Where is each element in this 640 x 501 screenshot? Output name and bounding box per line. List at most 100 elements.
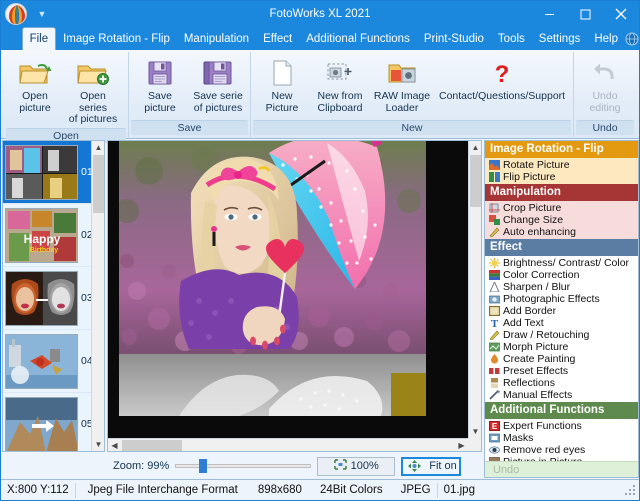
functions-side-panel: Image Rotation - Flip Rotate Picture Fli…: [484, 140, 639, 478]
zoom-actual-size-icon: [334, 459, 347, 473]
crop-picture-icon: [489, 203, 500, 213]
tab-manipulation[interactable]: Manipulation: [177, 28, 256, 50]
thumbnail-item-01[interactable]: 01.jpg: [3, 141, 104, 204]
add-text-icon: T: [489, 318, 500, 328]
tab-additional-functions[interactable]: Additional Functions: [299, 28, 417, 50]
panel-item-masks[interactable]: Masks: [485, 432, 638, 444]
contact-questions-support-button[interactable]: ? Contact/Questions/Support: [435, 55, 569, 105]
minimize-button[interactable]: [531, 1, 567, 27]
thumbnail-scroll-thumb[interactable]: [93, 155, 104, 213]
create-painting-icon: [489, 354, 500, 364]
thumbnail-item-02[interactable]: Happy Birthday 02.jpg: [3, 204, 104, 267]
canvas-hscroll-thumb[interactable]: [122, 440, 182, 451]
new-picture-label-1: New: [271, 90, 292, 102]
rotate-picture-icon: [489, 160, 500, 170]
panel-label-auto-enhancing: Auto enhancing: [503, 226, 576, 238]
panel-item-manual-effects[interactable]: Manual Effects: [485, 389, 638, 401]
thumbnail-list-panel[interactable]: 01.jpg Happy Birthday 02.jpg: [2, 140, 105, 452]
close-button[interactable]: [603, 1, 639, 27]
panel-undo-bar[interactable]: Undo: [485, 461, 638, 477]
panel-item-rotate-picture[interactable]: Rotate Picture: [485, 159, 638, 171]
open-picture-button[interactable]: Open picture: [6, 55, 64, 116]
section-header-additional-functions[interactable]: Additional Functions: [485, 402, 638, 419]
fit-on-screen-button[interactable]: Fit on: [401, 457, 461, 476]
panel-item-auto-enhancing[interactable]: Auto enhancing: [485, 226, 638, 238]
open-series-of-pictures-button[interactable]: Open series of pictures: [64, 55, 122, 128]
open-series-label-1: Open series: [79, 90, 107, 114]
panel-item-add-border[interactable]: Add Border: [485, 305, 638, 317]
flip-picture-icon: [489, 172, 500, 182]
panel-item-photographic-effects[interactable]: Photographic Effects: [485, 293, 638, 305]
panel-item-expert-functions[interactable]: E Expert Functions: [485, 420, 638, 432]
tab-help[interactable]: Help: [587, 28, 625, 50]
fit-to-window-icon: [408, 460, 421, 472]
tab-print-studio[interactable]: Print-Studio: [417, 28, 491, 50]
undo-editing-button[interactable]: Undo editing: [576, 55, 634, 116]
section-header-manipulation[interactable]: Manipulation: [485, 184, 638, 201]
zoom-slider[interactable]: [175, 459, 311, 473]
tab-effect[interactable]: Effect: [256, 28, 299, 50]
new-from-clipboard-button[interactable]: New from Clipboard: [311, 55, 369, 116]
color-correction-icon: [489, 270, 500, 280]
new-from-clipboard-label-2: Clipboard: [318, 102, 363, 114]
panel-label-expert-functions: Expert Functions: [503, 420, 582, 432]
canvas-vertical-scrollbar[interactable]: ▲ ▼: [468, 141, 481, 438]
canvas-scroll-down-icon[interactable]: ▼: [469, 425, 482, 438]
canvas-scroll-right-icon[interactable]: ▶: [455, 439, 468, 452]
panel-label-preset-effects: Preset Effects: [503, 365, 568, 377]
save-serie-of-pictures-button[interactable]: Save serie of pictures: [189, 55, 247, 116]
canvas-scroll-up-icon[interactable]: ▲: [469, 141, 482, 154]
panel-item-flip-picture[interactable]: Flip Picture: [485, 171, 638, 183]
thumbnail-scroll-up-icon[interactable]: ▲: [92, 141, 105, 154]
thumbnail-item-05[interactable]: 05.jpg: [3, 393, 104, 452]
tab-file[interactable]: File: [22, 27, 57, 50]
panel-item-add-text[interactable]: T Add Text: [485, 317, 638, 329]
panel-item-brightness-contrast-color[interactable]: Brightness/ Contrast/ Color: [485, 257, 638, 269]
panel-item-draw-retouching[interactable]: Draw / Retouching: [485, 329, 638, 341]
maximize-button[interactable]: [567, 1, 603, 27]
new-picture-button[interactable]: New Picture: [253, 55, 311, 116]
panel-item-reflections[interactable]: Reflections: [485, 377, 638, 389]
panel-item-change-size[interactable]: Change Size: [485, 214, 638, 226]
raw-image-loader-button[interactable]: RAW Image Loader: [369, 55, 435, 116]
fotoworks-logo-icon: [3, 2, 29, 26]
tab-image-rotation-flip[interactable]: Image Rotation - Flip: [56, 28, 177, 50]
status-format-short: JPEG: [389, 481, 437, 500]
zoom-100-percent-button[interactable]: 100%: [317, 457, 395, 476]
zoom-slider-track[interactable]: [175, 464, 311, 468]
canvas-scroll-left-icon[interactable]: ◀: [108, 439, 121, 452]
help-globe-icon[interactable]: [625, 28, 639, 50]
image-canvas[interactable]: [108, 141, 468, 438]
thumbnail-preview-05: [5, 397, 78, 452]
panel-item-color-correction[interactable]: Color Correction: [485, 269, 638, 281]
quick-access-chevron-down-icon[interactable]: ▼: [33, 4, 51, 24]
thumbnail-scrollbar[interactable]: ▲ ▼: [91, 141, 104, 451]
panel-label-masks: Masks: [503, 432, 533, 444]
tab-tools[interactable]: Tools: [491, 28, 532, 50]
panel-item-create-painting[interactable]: Create Painting: [485, 353, 638, 365]
thumbnail-item-04[interactable]: 04.jpg: [3, 330, 104, 393]
panel-item-sharpen-blur[interactable]: Sharpen / Blur: [485, 281, 638, 293]
tab-settings[interactable]: Settings: [532, 28, 588, 50]
photographic-effects-icon: [489, 294, 500, 304]
thumbnail-item-03[interactable]: 03.jpg: [3, 267, 104, 330]
panel-item-crop-picture[interactable]: Crop Picture: [485, 202, 638, 214]
thumbnail-scroll-down-icon[interactable]: ▼: [92, 438, 105, 451]
image-canvas-panel[interactable]: ▲ ▼ ◀ ▶: [107, 140, 482, 452]
undo-arrow-icon: [590, 57, 620, 89]
save-picture-button[interactable]: Save picture: [131, 55, 189, 116]
status-coordinates: X:800 Y:112: [1, 481, 75, 500]
panel-item-remove-red-eyes[interactable]: Remove red eyes: [485, 444, 638, 456]
thumbnail-preview-02: Happy Birthday: [5, 208, 78, 263]
zoom-slider-knob[interactable]: [199, 459, 207, 473]
ribbon-group-label-undo: Undo: [576, 120, 634, 135]
resize-grip-icon[interactable]: [623, 483, 637, 497]
section-header-effect[interactable]: Effect: [485, 239, 638, 256]
canvas-horizontal-scrollbar[interactable]: ◀ ▶: [108, 438, 468, 451]
panel-item-preset-effects[interactable]: Preset Effects: [485, 365, 638, 377]
canvas-vscroll-thumb[interactable]: [470, 155, 481, 207]
panel-item-morph-picture[interactable]: Morph Picture: [485, 341, 638, 353]
save-serie-label-1: Save serie: [193, 90, 243, 102]
ribbon-group-undo: Undo editing Undo: [574, 52, 636, 137]
section-header-image-rotation-flip[interactable]: Image Rotation - Flip: [485, 141, 638, 158]
